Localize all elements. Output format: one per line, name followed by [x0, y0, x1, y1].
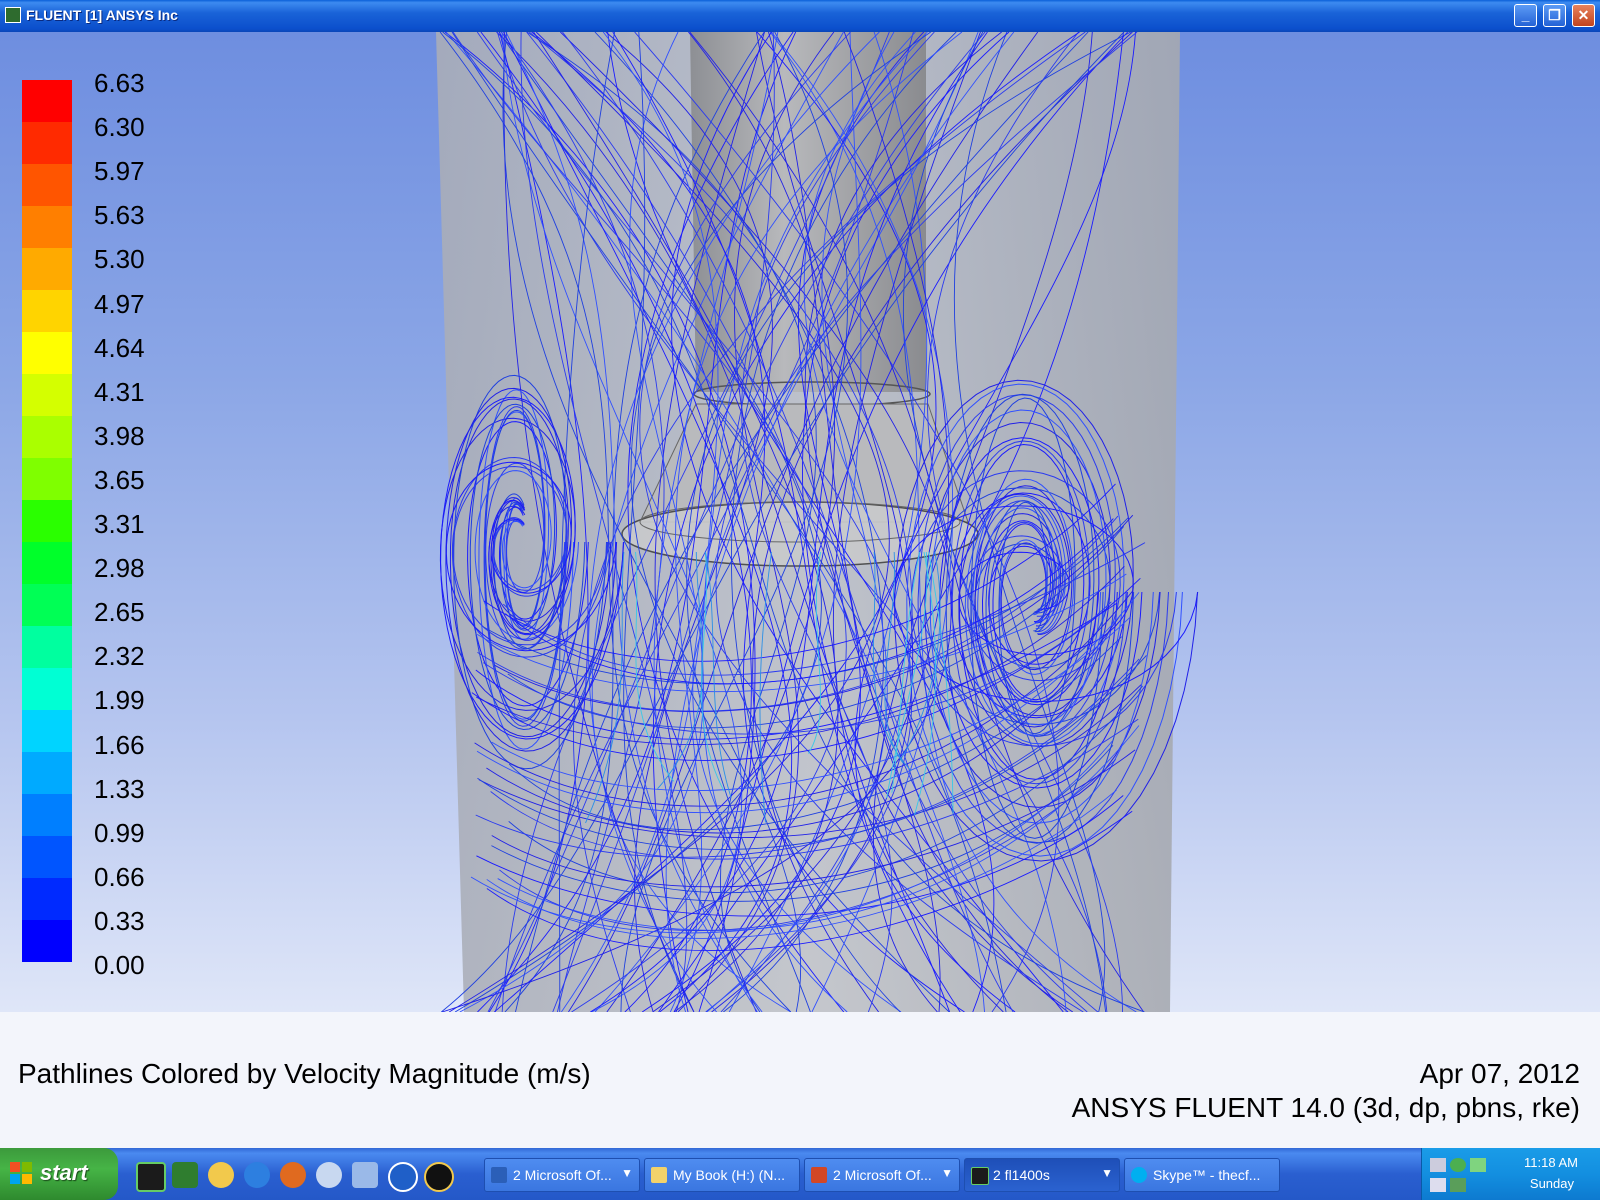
scale-swatch: [22, 122, 72, 164]
scale-swatch: [22, 206, 72, 248]
scale-label: 3.98: [94, 420, 145, 451]
scale-label: 1.99: [94, 685, 145, 716]
scale-label: 4.31: [94, 376, 145, 407]
scale-label: 1.33: [94, 773, 145, 804]
clock-time[interactable]: 11:18 AM: [1524, 1155, 1578, 1170]
scale-label: 2.65: [94, 597, 145, 628]
task-powerpoint-label: 2 Microsoft Of...: [833, 1167, 932, 1183]
scale-label: 3.65: [94, 464, 145, 495]
notes-icon[interactable]: [352, 1162, 378, 1188]
window-title-bar[interactable]: FLUENT [1] ANSYS Inc _ ❐ ✕: [0, 0, 1600, 32]
scale-swatch: [22, 878, 72, 920]
skype-icon: [1131, 1167, 1147, 1183]
scale-label: 1.66: [94, 729, 145, 760]
graphics-viewport[interactable]: 6.63 6.30 5.97 5.63 5.30 4.97 4.64 4.31 3.98 3.65…: [0, 32, 1600, 1012]
fluent-icon: [971, 1167, 989, 1185]
mypc-icon[interactable]: [1450, 1178, 1466, 1192]
task-skype-label: Skype™ - thecf...: [1153, 1167, 1261, 1183]
scale-swatch: [22, 416, 72, 458]
internet-explorer-icon[interactable]: [244, 1162, 270, 1188]
word-icon: [491, 1167, 507, 1183]
scale-swatch: [22, 668, 72, 710]
task-word-label: 2 Microsoft Of...: [513, 1167, 612, 1183]
scale-swatch: [22, 290, 72, 332]
scale-label: 2.98: [94, 553, 145, 584]
velocity-color-scale: [22, 80, 72, 962]
task-word[interactable]: 2 Microsoft Of... ▼: [484, 1158, 640, 1192]
task-fluent-label: 2 fl1400s: [993, 1167, 1050, 1183]
pathline-render: [436, 32, 1199, 1012]
scale-swatch: [22, 794, 72, 836]
fluent-launcher-icon[interactable]: [136, 1162, 166, 1192]
explorer-icon[interactable]: [208, 1162, 234, 1188]
scale-label: 2.32: [94, 641, 145, 672]
system-tray: 11:18 AM Sunday: [1421, 1148, 1600, 1200]
maximize-button[interactable]: ❐: [1543, 4, 1566, 27]
scale-swatch: [22, 626, 72, 668]
scale-swatch: [22, 710, 72, 752]
scale-swatch: [22, 542, 72, 584]
scale-label: 6.63: [94, 68, 145, 98]
task-fluent-dropdown: ▼: [1101, 1166, 1113, 1180]
task-powerpoint[interactable]: 2 Microsoft Of... ▼: [804, 1158, 960, 1192]
scale-swatch: [22, 80, 72, 122]
solver-version: ANSYS FLUENT 14.0 (3d, dp, pbns, rke): [1071, 1092, 1580, 1123]
scale-swatch: [22, 500, 72, 542]
taskbar: start 2 Microsoft Of... ▼ My Book (H:) (…: [0, 1148, 1600, 1200]
scale-label: 5.97: [94, 156, 145, 187]
task-powerpoint-dropdown: ▼: [941, 1166, 953, 1180]
scale-swatch: [22, 248, 72, 290]
ansys-workbench-icon[interactable]: [424, 1162, 454, 1192]
outlook-icon[interactable]: [316, 1162, 342, 1188]
powerpoint-icon: [811, 1167, 827, 1183]
scale-swatch: [22, 836, 72, 878]
scale-label: 0.33: [94, 905, 145, 936]
scale-label: 0.99: [94, 817, 145, 848]
network-icon[interactable]: [1430, 1158, 1446, 1172]
fluent-app-icon: [5, 7, 21, 23]
scale-swatch: [22, 752, 72, 794]
media-player-icon[interactable]: [388, 1162, 418, 1192]
scale-label: 5.63: [94, 200, 145, 231]
scale-label: 3.31: [94, 509, 145, 539]
clock-day: Sunday: [1529, 1176, 1574, 1191]
gambit-icon[interactable]: [172, 1162, 198, 1188]
task-word-dropdown: ▼: [621, 1166, 633, 1180]
start-label: start: [40, 1160, 88, 1185]
minimize-button[interactable]: _: [1514, 4, 1537, 27]
task-my-book[interactable]: My Book (H:) (N...: [644, 1158, 800, 1192]
scale-swatch: [22, 458, 72, 500]
window-title: FLUENT [1] ANSYS Inc: [26, 7, 178, 23]
task-fluent[interactable]: 2 fl1400s ▼: [964, 1158, 1120, 1192]
windows-logo-icon: [10, 1162, 32, 1184]
scale-label: 0.66: [94, 861, 145, 892]
task-skype[interactable]: Skype™ - thecf...: [1124, 1158, 1280, 1192]
scale-swatch: [22, 920, 72, 962]
scale-label: 5.30: [94, 244, 145, 275]
scale-label: 4.64: [94, 332, 145, 363]
scale-label: 4.97: [94, 288, 145, 319]
task-my-book-label: My Book (H:) (N...: [673, 1167, 786, 1183]
scale-swatch: [22, 584, 72, 626]
scale-swatch: [22, 332, 72, 374]
security-icon[interactable]: [1450, 1158, 1466, 1172]
folder-icon: [651, 1167, 667, 1183]
start-button[interactable]: start: [0, 1148, 118, 1200]
close-button[interactable]: ✕: [1572, 4, 1595, 27]
scale-label: 6.30: [94, 112, 145, 143]
firefox-icon[interactable]: [280, 1162, 306, 1188]
display-icon[interactable]: [1430, 1178, 1446, 1192]
plot-caption-area: Pathlines Colored by Velocity Magnitude …: [0, 1012, 1600, 1148]
scale-swatch: [22, 374, 72, 416]
plot-caption: Pathlines Colored by Velocity Magnitude …: [18, 1058, 591, 1089]
scale-label: 0.00: [94, 950, 145, 980]
plot-date: Apr 07, 2012: [1419, 1058, 1580, 1089]
signal-strength-icon[interactable]: [1470, 1158, 1486, 1172]
scale-swatch: [22, 164, 72, 206]
